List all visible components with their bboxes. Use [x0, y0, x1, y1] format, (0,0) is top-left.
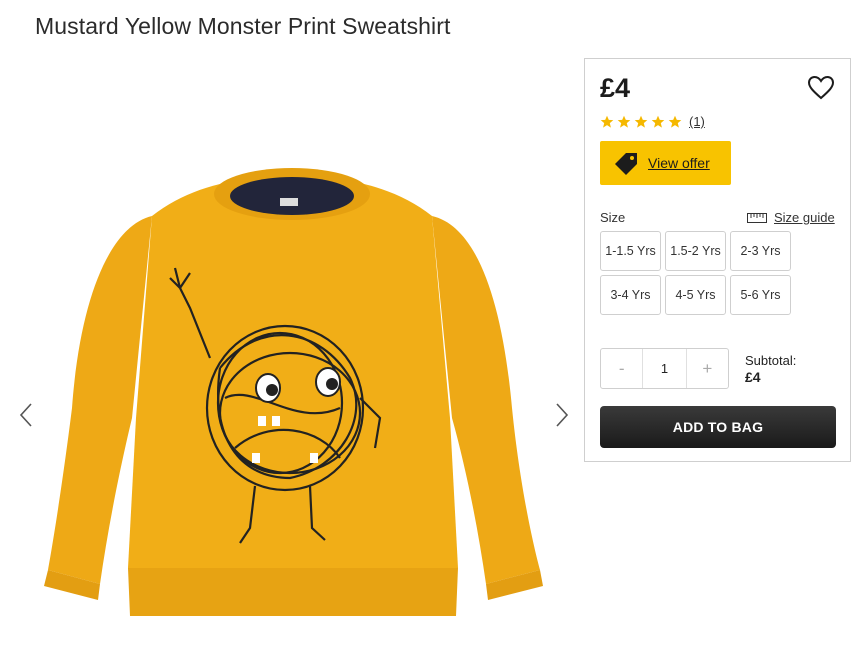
subtotal: Subtotal: £4 [745, 352, 796, 386]
size-guide-label: Size guide [774, 210, 835, 225]
wishlist-button[interactable] [807, 75, 835, 101]
size-guide-link[interactable]: Size guide [747, 210, 835, 225]
view-offer-button[interactable]: View offer [600, 141, 731, 185]
add-to-bag-button[interactable]: ADD TO BAG [600, 406, 836, 448]
gallery-next-button[interactable] [549, 395, 575, 435]
size-label: Size [600, 210, 626, 225]
subtotal-label: Subtotal: [745, 353, 797, 368]
size-option[interactable]: 1-1.5 Yrs [600, 231, 661, 271]
ruler-icon [747, 212, 767, 223]
quantity-stepper: - 1 + [600, 348, 729, 389]
quantity-decrease-button[interactable]: - [601, 349, 642, 388]
product-rating: (1) [600, 114, 705, 129]
product-gallery [0, 60, 584, 667]
star-icon [617, 115, 631, 128]
star-icon [651, 115, 665, 128]
heart-icon [807, 75, 835, 100]
product-image [44, 168, 543, 616]
chevron-right-icon [556, 403, 569, 427]
chevron-left-icon [19, 403, 32, 427]
star-icon [600, 115, 614, 128]
tag-icon [615, 153, 637, 175]
size-option[interactable]: 1.5-2 Yrs [665, 231, 726, 271]
quantity-increase-button[interactable]: + [687, 349, 728, 388]
purchase-panel: £4 (1) View offer Size Size guide 1-1.5 … [584, 58, 851, 462]
size-option[interactable]: 2-3 Yrs [730, 231, 791, 271]
size-options: 1-1.5 Yrs 1.5-2 Yrs 2-3 Yrs 3-4 Yrs 4-5 … [600, 231, 795, 315]
view-offer-label: View offer [648, 155, 710, 171]
quantity-input[interactable]: 1 [642, 349, 687, 388]
product-title: Mustard Yellow Monster Print Sweatshirt [35, 13, 451, 39]
review-count-link[interactable]: (1) [689, 114, 705, 129]
size-option[interactable]: 3-4 Yrs [600, 275, 661, 315]
gallery-prev-button[interactable] [13, 395, 39, 435]
size-option[interactable]: 5-6 Yrs [730, 275, 791, 315]
star-icon [634, 115, 648, 128]
size-option[interactable]: 4-5 Yrs [665, 275, 726, 315]
subtotal-value: £4 [745, 369, 761, 385]
product-price: £4 [600, 73, 631, 103]
star-icon [668, 115, 682, 128]
